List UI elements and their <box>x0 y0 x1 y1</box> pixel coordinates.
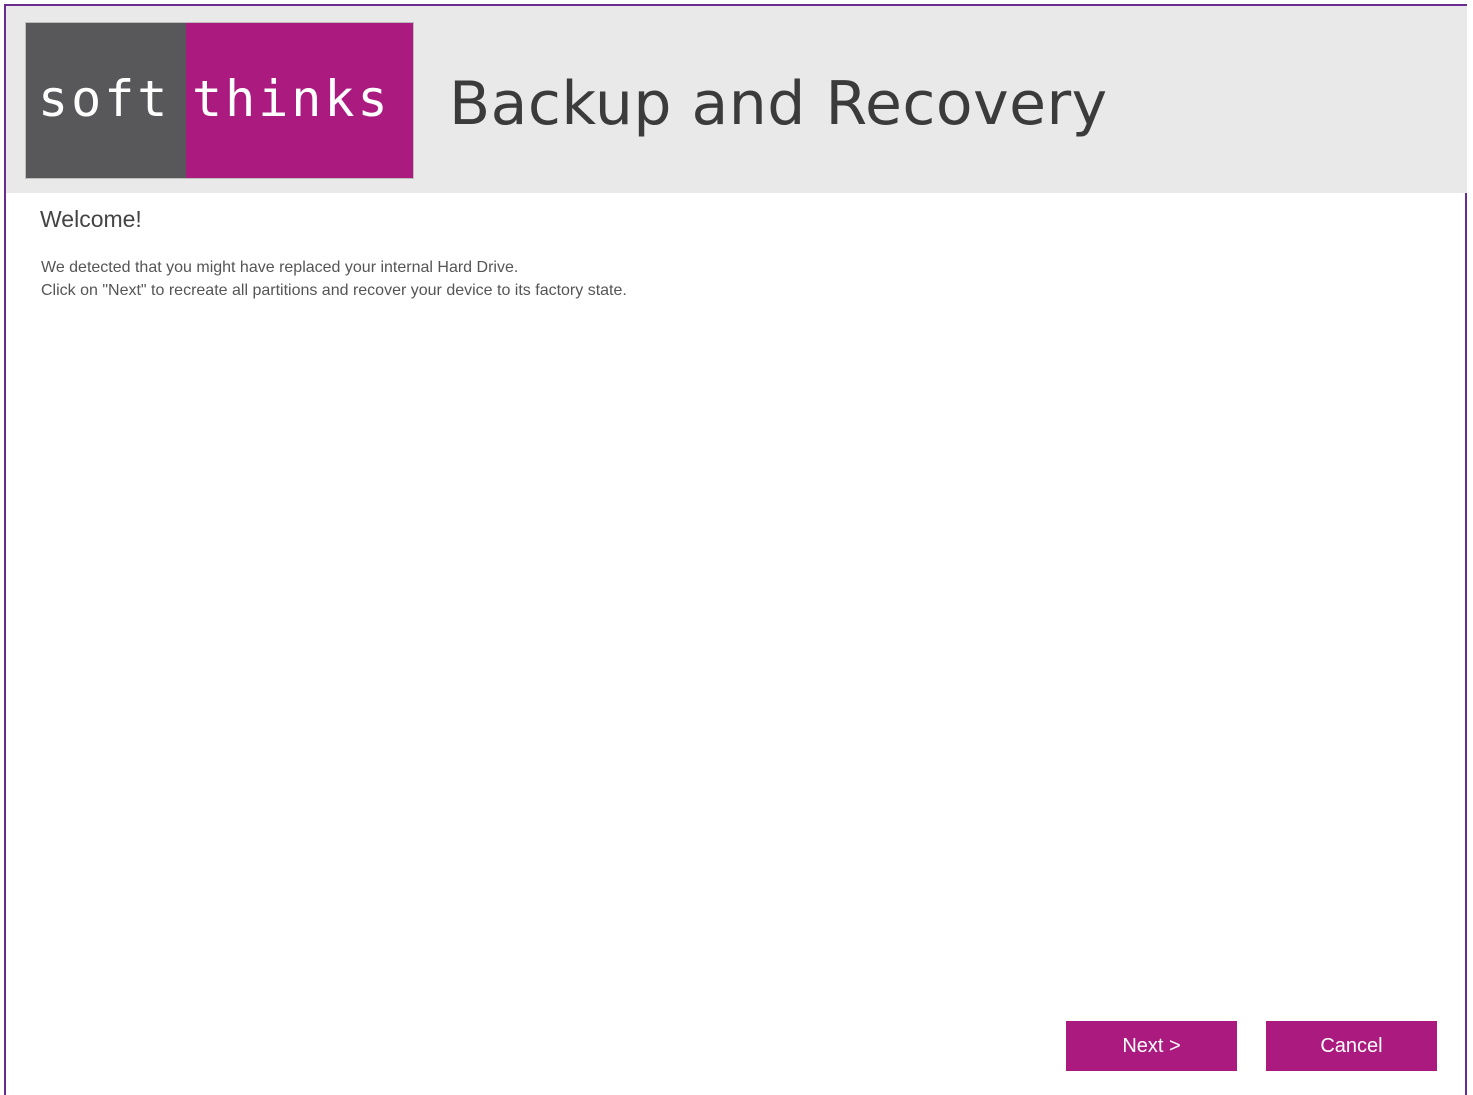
message-line-2: Click on "Next" to recreate all partitio… <box>41 282 627 299</box>
welcome-message: We detected that you might have replaced… <box>41 256 627 302</box>
message-line-1: We detected that you might have replaced… <box>41 259 519 276</box>
logo-text-soft: soft <box>38 70 171 128</box>
softthinks-logo: soft thinks <box>25 22 414 179</box>
welcome-heading: Welcome! <box>40 206 142 232</box>
cancel-button[interactable]: Cancel <box>1266 1021 1437 1071</box>
header-banner: soft thinks Backup and Recovery <box>6 6 1467 193</box>
logo-text-thinks: thinks <box>192 70 391 128</box>
next-button[interactable]: Next > <box>1066 1021 1237 1071</box>
app-title: Backup and Recovery <box>449 69 1108 139</box>
